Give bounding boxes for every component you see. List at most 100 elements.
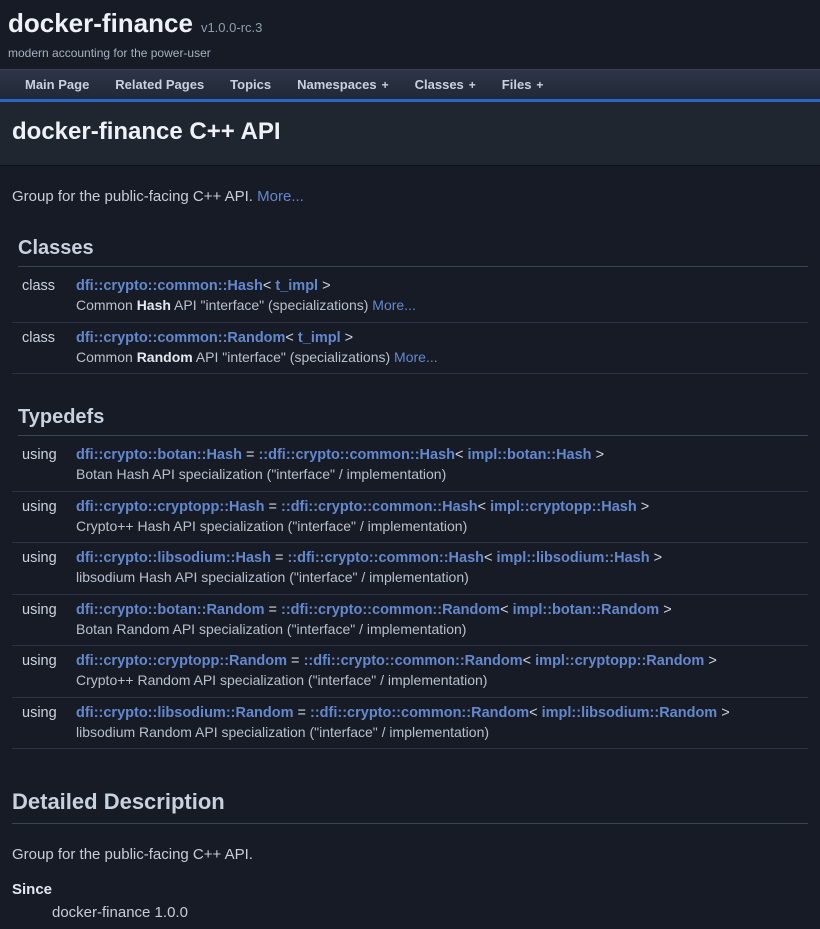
equals-sign: = [264,602,281,618]
impl-link[interactable]: impl::cryptopp::Random [535,653,704,669]
table-row: Common Hash API "interface" (specializat… [12,295,808,321]
template-open: < [478,499,491,515]
template-close: > [717,705,730,721]
row-separator [12,373,808,374]
template-param-link[interactable]: t_impl [298,330,341,346]
more-link[interactable]: More... [372,297,416,313]
member-definition: dfi::crypto::libsodium::Random = ::dfi::… [76,697,808,722]
equals-sign: = [242,447,259,463]
impl-link[interactable]: impl::cryptopp::Hash [490,499,637,515]
page-header: docker-finance C++ API [0,102,820,166]
project-row: docker-finance v1.0.0-rc.3 [8,8,812,39]
typedef-link[interactable]: dfi::crypto::libsodium::Random [76,705,293,721]
type-link[interactable]: ::dfi::crypto::common::Hash [287,550,484,566]
member-definition: dfi::crypto::botan::Random = ::dfi::cryp… [76,594,808,619]
table-row: using dfi::crypto::libsodium::Random = :… [12,697,808,722]
typedef-link[interactable]: dfi::crypto::botan::Hash [76,447,242,463]
impl-link[interactable]: impl::botan::Random [513,602,660,618]
spacer-cell [12,619,76,645]
nav-tab-classes[interactable]: Classes + [402,70,489,99]
class-link[interactable]: dfi::crypto::common::Hash [76,278,263,294]
project-name: docker-finance [8,8,193,39]
equals-sign: = [287,653,304,669]
template-open: < [523,653,536,669]
table-row: using dfi::crypto::libsodium::Hash = ::d… [12,543,808,568]
classes-heading: Classes [18,237,808,267]
table-row: Common Random API "interface" (specializ… [12,347,808,373]
description-text: Common [76,297,137,313]
member-description: libsodium Hash API specialization ("inte… [76,567,808,593]
intro-text: Group for the public-facing C++ API. [12,188,253,205]
member-definition: dfi::crypto::common::Hash< t_impl > [76,271,808,295]
typedef-link[interactable]: dfi::crypto::libsodium::Hash [76,550,271,566]
spacer-cell [12,567,76,593]
nav-tab-label: Files [502,77,532,92]
member-keyword: class [12,322,76,347]
class-link[interactable]: dfi::crypto::common::Random [76,330,285,346]
table-row: using dfi::crypto::cryptopp::Random = ::… [12,646,808,671]
nav-tab-topics[interactable]: Topics [217,70,284,99]
nav-tab-label: Classes [415,77,464,92]
type-link[interactable]: ::dfi::crypto::common::Hash [258,447,455,463]
member-description: Botan Hash API specialization ("interfac… [76,464,808,490]
spacer-cell [12,295,76,321]
expand-plus-icon[interactable]: + [469,78,476,92]
equals-sign: = [271,550,288,566]
page-title: docker-finance C++ API [12,118,808,146]
template-open: < [285,330,298,346]
classes-table: class dfi::crypto::common::Hash< t_impl … [12,271,808,374]
nav-tab-related-pages[interactable]: Related Pages [102,70,217,99]
member-keyword: using [12,491,76,516]
description-emphasis: Random [137,349,193,365]
template-open: < [484,550,497,566]
type-link[interactable]: ::dfi::crypto::common::Random [281,602,500,618]
impl-link[interactable]: impl::libsodium::Random [542,705,718,721]
spacer-cell [12,722,76,748]
nav-tab-main-page[interactable]: Main Page [12,70,102,99]
nav-tab-label: Main Page [25,77,89,92]
member-keyword: using [12,697,76,722]
equals-sign: = [265,499,282,515]
template-close: > [650,550,663,566]
impl-link[interactable]: impl::botan::Hash [468,447,592,463]
template-open: < [500,602,513,618]
detailed-description-text: Group for the public-facing C++ API. [12,846,808,863]
more-link[interactable]: More... [394,349,438,365]
table-row: Botan Hash API specialization ("interfac… [12,464,808,490]
more-link[interactable]: More... [257,188,304,205]
template-close: > [341,330,354,346]
since-block: Since docker-finance 1.0.0 [12,881,808,921]
member-description: Crypto++ Hash API specialization ("inter… [76,516,808,542]
project-version: v1.0.0-rc.3 [201,20,262,35]
type-link[interactable]: ::dfi::crypto::common::Random [310,705,529,721]
table-row: using dfi::crypto::botan::Random = ::dfi… [12,594,808,619]
template-open: < [529,705,542,721]
nav-tab-files[interactable]: Files + [489,70,557,99]
title-area: docker-finance v1.0.0-rc.3 modern accoun… [0,0,820,60]
nav-tab-namespaces[interactable]: Namespaces+ [284,70,402,99]
table-row: class dfi::crypto::common::Hash< t_impl … [12,271,808,295]
spacer-cell [12,516,76,542]
since-value: docker-finance 1.0.0 [52,904,808,921]
expand-plus-icon[interactable]: + [382,78,389,92]
member-definition: dfi::crypto::cryptopp::Hash = ::dfi::cry… [76,491,808,516]
typedef-link[interactable]: dfi::crypto::botan::Random [76,602,264,618]
impl-link[interactable]: impl::libsodium::Hash [497,550,650,566]
member-definition: dfi::crypto::botan::Hash = ::dfi::crypto… [76,440,808,464]
project-brief: modern accounting for the power-user [8,46,812,60]
table-row: libsodium Hash API specialization ("inte… [12,567,808,593]
member-description: Common Hash API "interface" (specializat… [76,295,808,321]
template-close: > [318,278,331,294]
member-keyword: using [12,646,76,671]
typedef-link[interactable]: dfi::crypto::cryptopp::Random [76,653,287,669]
member-keyword: using [12,440,76,464]
template-param-link[interactable]: t_impl [275,278,318,294]
typedef-link[interactable]: dfi::crypto::cryptopp::Hash [76,499,265,515]
type-link[interactable]: ::dfi::crypto::common::Random [304,653,523,669]
nav-tab-label: Related Pages [115,77,204,92]
spacer-cell [12,670,76,696]
description-text: API "interface" (specializations) [171,297,372,313]
type-link[interactable]: ::dfi::crypto::common::Hash [281,499,478,515]
expand-plus-icon[interactable]: + [536,78,543,92]
template-close: > [637,499,650,515]
